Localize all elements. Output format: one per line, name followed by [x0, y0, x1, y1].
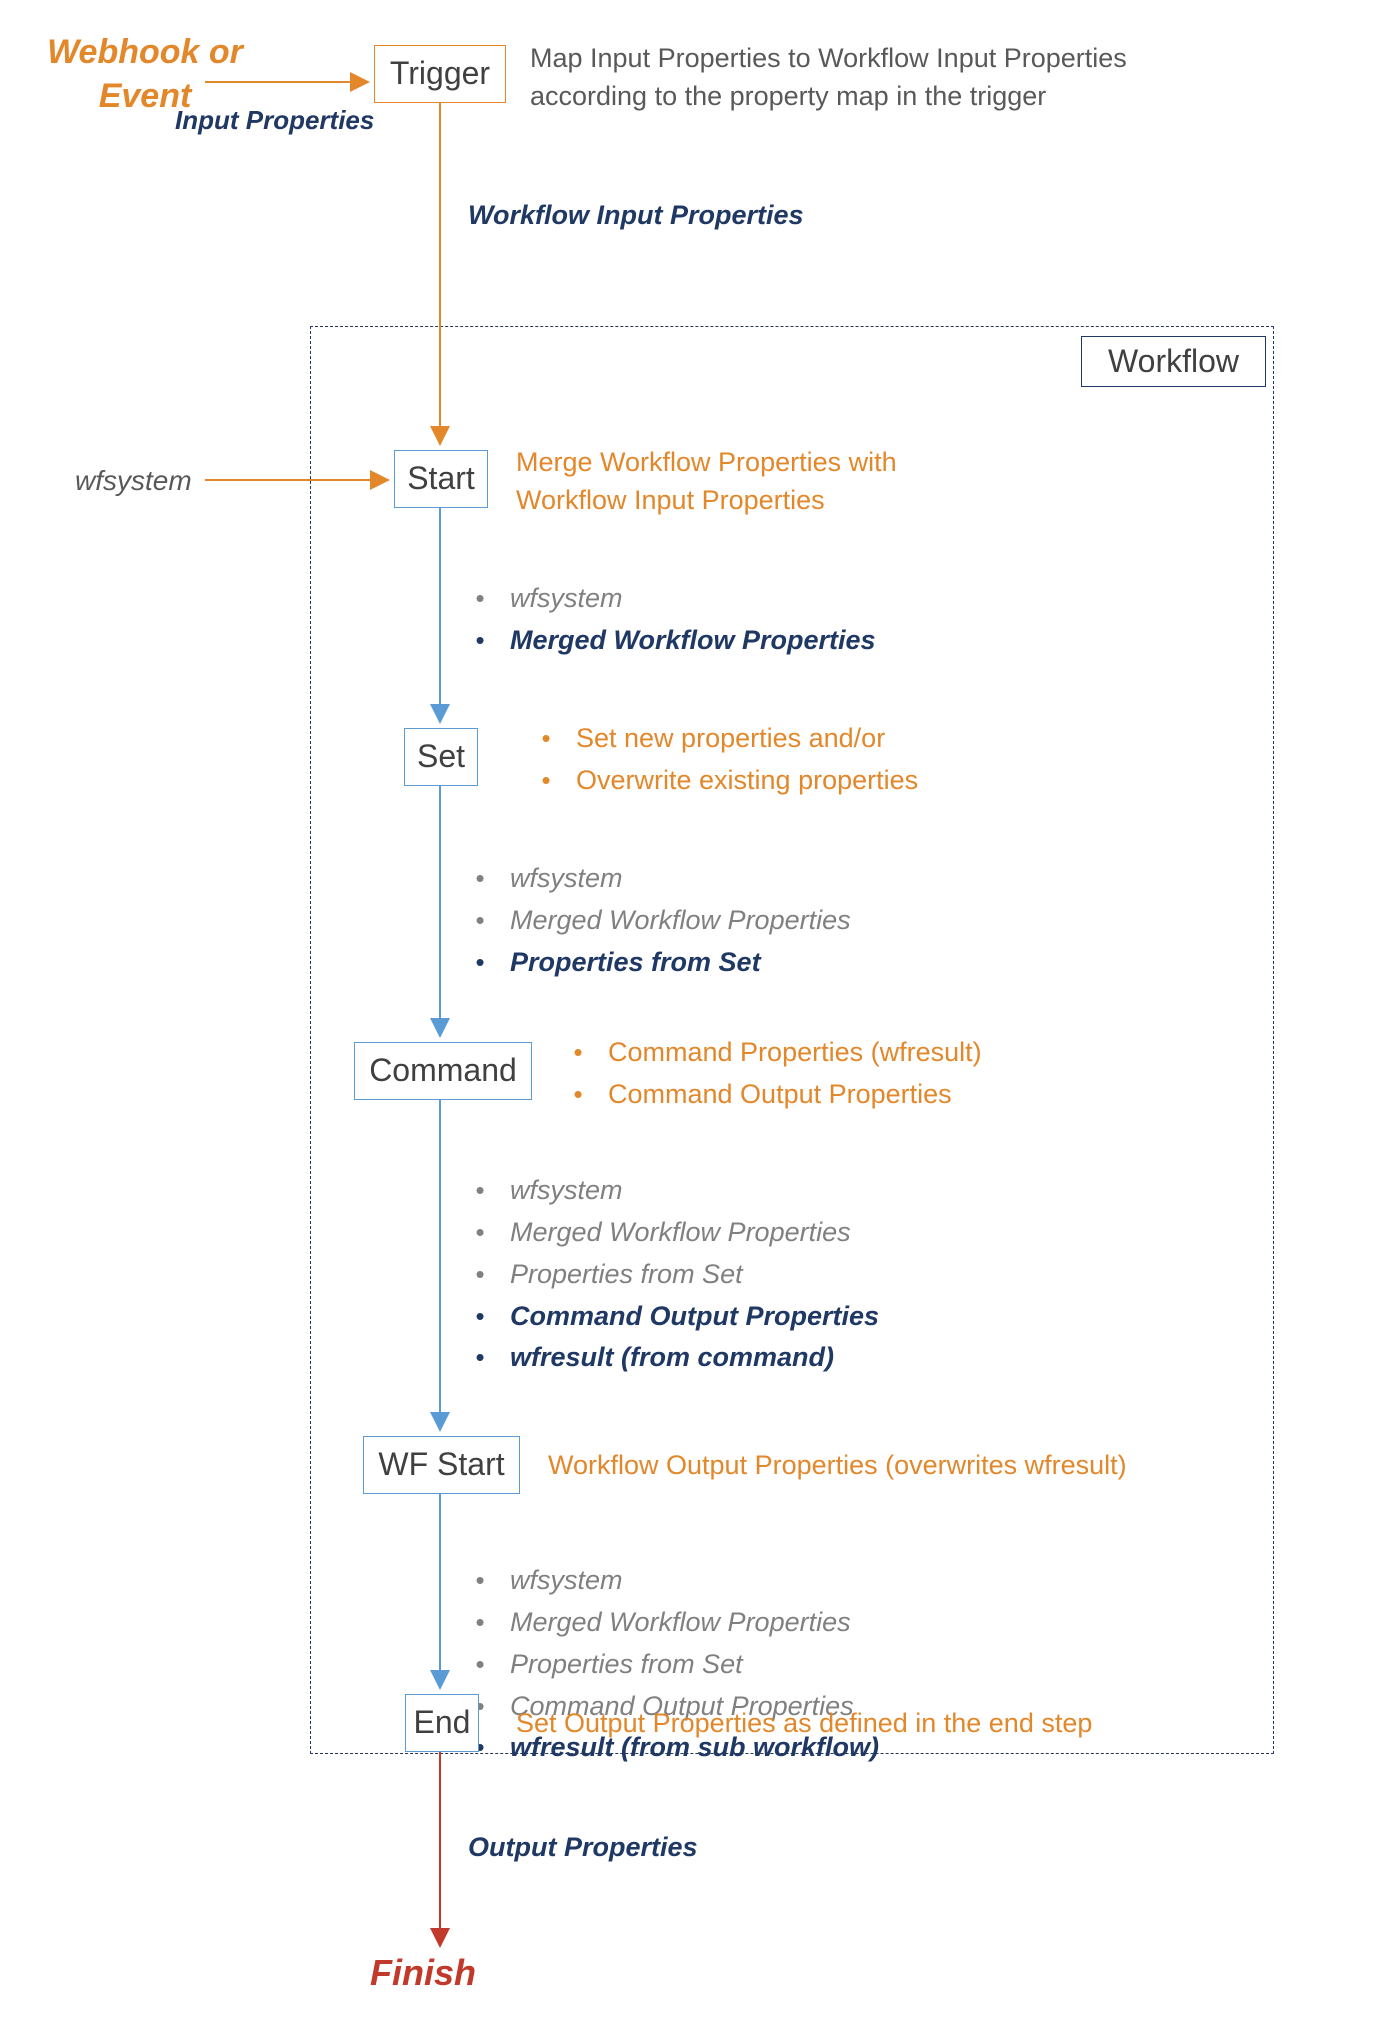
- start-node: Start: [394, 450, 488, 508]
- end-desc: Set Output Properties as defined in the …: [516, 1708, 1092, 1739]
- command-node-label: Command: [369, 1053, 517, 1088]
- set-desc: •Set new properties and/or•Overwrite exi…: [516, 718, 918, 802]
- prop-row: •Merged Workflow Properties: [450, 620, 876, 662]
- bullet-icon: •: [450, 1212, 510, 1252]
- prop-text: Properties from Set: [510, 1644, 743, 1686]
- prop-text: wfresult (from command): [510, 1337, 834, 1379]
- side-note-row: •Command Properties (wfresult): [548, 1032, 982, 1074]
- bullet-icon: •: [450, 1602, 510, 1642]
- prop-text: wfsystem: [510, 1560, 623, 1602]
- bullet-icon: •: [548, 1032, 608, 1072]
- wfstart-node-label: WF Start: [378, 1447, 504, 1482]
- side-note-text: Overwrite existing properties: [576, 760, 918, 802]
- bullet-icon: •: [516, 718, 576, 758]
- wfsystem-label: wfsystem: [75, 465, 192, 497]
- prop-row: •wfsystem: [450, 1170, 879, 1212]
- prop-text: wfsystem: [510, 858, 623, 900]
- input-properties-label: Input Properties: [175, 105, 374, 136]
- workflow-input-props-label: Workflow Input Properties: [468, 200, 804, 231]
- start-node-label: Start: [407, 461, 475, 496]
- bullet-icon: •: [450, 858, 510, 898]
- end-node: End: [405, 1694, 479, 1752]
- prop-text: Properties from Set: [510, 1254, 743, 1296]
- command-desc: •Command Properties (wfresult)•Command O…: [548, 1032, 982, 1116]
- bullet-icon: •: [450, 1337, 510, 1377]
- prop-text: Merged Workflow Properties: [510, 1212, 851, 1254]
- bullet-icon: •: [450, 1254, 510, 1294]
- side-note-text: Command Properties (wfresult): [608, 1032, 982, 1074]
- side-note-text: Command Output Properties: [608, 1074, 952, 1116]
- bullet-icon: •: [450, 1170, 510, 1210]
- bullet-icon: •: [516, 760, 576, 800]
- prop-text: Merged Workflow Properties: [510, 900, 851, 942]
- prop-text: wfsystem: [510, 1170, 623, 1212]
- output-properties-label: Output Properties: [468, 1832, 698, 1863]
- after-command-props: •wfsystem•Merged Workflow Properties•Pro…: [450, 1170, 879, 1379]
- prop-text: Merged Workflow Properties: [510, 1602, 851, 1644]
- bullet-icon: •: [450, 1644, 510, 1684]
- prop-row: •Merged Workflow Properties: [450, 1602, 879, 1644]
- set-node: Set: [404, 728, 478, 786]
- finish-label: Finish: [370, 1952, 476, 1994]
- workflow-container-label: Workflow: [1081, 336, 1266, 387]
- trigger-desc: Map Input Properties to Workflow Input P…: [530, 40, 1170, 116]
- after-set-props: •wfsystem•Merged Workflow Properties•Pro…: [450, 858, 851, 984]
- trigger-node-label: Trigger: [390, 56, 490, 91]
- bullet-icon: •: [450, 1296, 510, 1336]
- prop-row: •wfsystem: [450, 858, 851, 900]
- end-node-label: End: [414, 1705, 471, 1740]
- side-note-text: Set new properties and/or: [576, 718, 885, 760]
- bullet-icon: •: [450, 942, 510, 982]
- set-node-label: Set: [417, 739, 465, 774]
- prop-text: Merged Workflow Properties: [510, 620, 876, 662]
- prop-row: •Merged Workflow Properties: [450, 900, 851, 942]
- prop-row: •wfsystem: [450, 578, 876, 620]
- wfstart-node: WF Start: [363, 1436, 520, 1494]
- prop-row: •Properties from Set: [450, 1644, 879, 1686]
- bullet-icon: •: [450, 620, 510, 660]
- prop-row: •Command Output Properties: [450, 1296, 879, 1338]
- prop-row: •wfresult (from command): [450, 1337, 879, 1379]
- side-note-row: •Set new properties and/or: [516, 718, 918, 760]
- prop-row: •Properties from Set: [450, 1254, 879, 1296]
- wfstart-desc: Workflow Output Properties (overwrites w…: [548, 1450, 1127, 1481]
- side-note-row: •Overwrite existing properties: [516, 760, 918, 802]
- bullet-icon: •: [450, 578, 510, 618]
- prop-row: •Merged Workflow Properties: [450, 1212, 879, 1254]
- bullet-icon: •: [450, 900, 510, 940]
- prop-text: Properties from Set: [510, 942, 761, 984]
- side-note-row: •Command Output Properties: [548, 1074, 982, 1116]
- start-desc: Merge Workflow Properties with Workflow …: [516, 444, 976, 520]
- after-start-props: •wfsystem•Merged Workflow Properties: [450, 578, 876, 662]
- bullet-icon: •: [450, 1560, 510, 1600]
- prop-row: •wfsystem: [450, 1560, 879, 1602]
- prop-row: •Properties from Set: [450, 942, 851, 984]
- trigger-node: Trigger: [374, 45, 506, 103]
- bullet-icon: •: [548, 1074, 608, 1114]
- diagram-canvas: Workflow Webhook or Event Input Properti…: [0, 0, 1396, 2027]
- command-node: Command: [354, 1042, 532, 1100]
- prop-text: wfsystem: [510, 578, 623, 620]
- prop-text: Command Output Properties: [510, 1296, 879, 1338]
